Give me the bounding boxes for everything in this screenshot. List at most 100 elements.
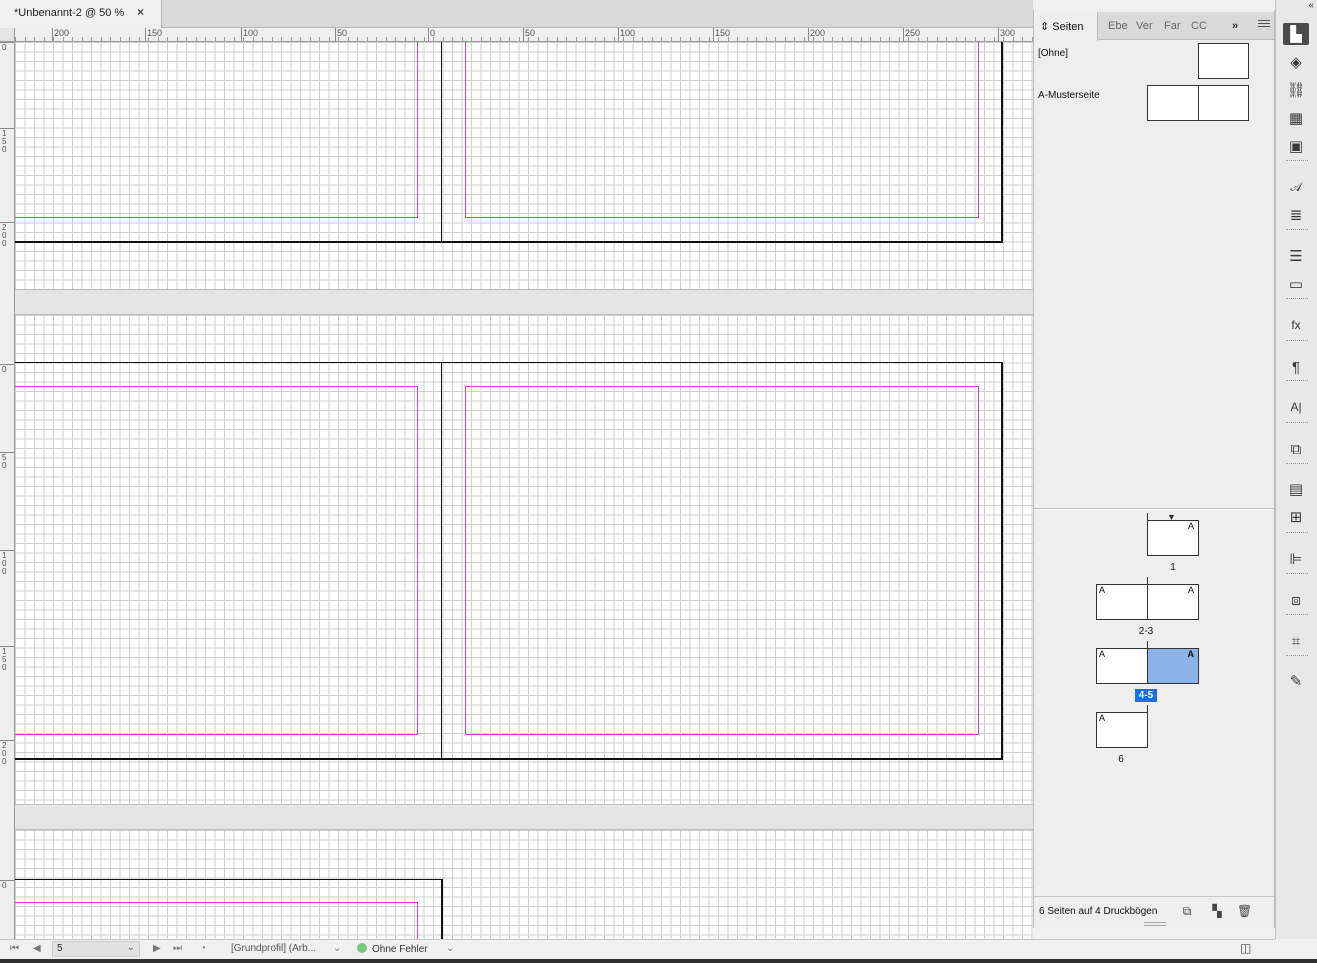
cc-libraries-icon[interactable]: ▣	[1283, 135, 1309, 157]
ruler-minor-tick	[214, 37, 216, 41]
spread-label-6[interactable]: 6	[1101, 754, 1141, 765]
ruler-minor-tick	[680, 37, 681, 41]
ruler-minor-tick	[328, 37, 330, 41]
new-page-icon[interactable]: ▚	[1210, 904, 1224, 918]
spread-area-middle[interactable]	[15, 315, 1033, 804]
ruler-minor-tick	[1003, 37, 1004, 41]
table-styles-icon[interactable]: ⊞	[1283, 506, 1309, 528]
ruler-minor-tick	[898, 37, 900, 41]
ruler-minor-tick	[822, 37, 824, 41]
page-thumbnail-6[interactable]: A	[1096, 712, 1148, 748]
panel-resize-grip[interactable]	[1144, 922, 1166, 926]
spread-gap	[15, 289, 1033, 315]
ruler-origin[interactable]	[0, 28, 15, 42]
ruler-minor-tick	[870, 37, 871, 41]
vertical-ruler[interactable]: 0 150 200 0 50 100 150 200 0	[0, 42, 15, 939]
effects-icon[interactable]: fx	[1283, 314, 1309, 336]
next-page-icon[interactable]: ▶	[153, 943, 161, 954]
gradient-icon[interactable]: ▭	[1283, 273, 1309, 295]
transform-icon[interactable]: ⧉	[1283, 438, 1309, 460]
page-edge	[1001, 42, 1003, 243]
ruler-minor-tick	[319, 37, 320, 41]
master-a-label[interactable]: A-Musterseite	[1038, 90, 1100, 101]
spread-label-4-5[interactable]: 4-5	[1135, 689, 1157, 702]
ruler-minor-tick	[547, 37, 548, 41]
ruler-minor-tick	[243, 37, 244, 41]
pages-tool-icon[interactable]: ▙	[1283, 23, 1309, 45]
page-size-icon[interactable]: ⧉	[1180, 904, 1194, 918]
ruler-minor-tick	[936, 37, 938, 41]
tab-overflow-icon[interactable]: »	[1232, 12, 1244, 40]
stroke-icon[interactable]: ☰	[1283, 245, 1309, 267]
ruler-minor-tick	[993, 37, 995, 41]
ruler-minor-tick	[404, 37, 406, 41]
margin-guide	[465, 734, 979, 735]
spread-label-2-3[interactable]: 2-3	[1126, 626, 1166, 637]
character-icon[interactable]: A|	[1283, 396, 1309, 418]
page-thumbnail-4[interactable]: A	[1096, 648, 1148, 684]
ruler-minor-tick	[366, 37, 368, 41]
previous-page-icon[interactable]: ◀	[33, 943, 41, 954]
preflight-profile[interactable]: [Grundprofil] (Arb...	[231, 943, 316, 954]
links-icon[interactable]: ⛓	[1283, 79, 1309, 101]
ruler-minor-tick	[737, 37, 738, 41]
panel-group-separator	[1286, 160, 1308, 162]
master-none-thumbnail[interactable]	[1198, 43, 1249, 79]
ruler-minor-tick	[1012, 37, 1014, 41]
spine	[1147, 641, 1148, 684]
ruler-minor-tick	[851, 37, 852, 41]
table-icon[interactable]: ▤	[1283, 478, 1309, 500]
ruler-label: 100	[2, 551, 7, 576]
spread-area-top[interactable]	[15, 42, 1033, 289]
tab-pages[interactable]: ⇕ Seiten	[1034, 12, 1098, 41]
preflight-status[interactable]: Ohne Fehler	[357, 943, 428, 955]
document-canvas[interactable]	[15, 42, 1033, 939]
close-icon[interactable]: ×	[137, 5, 144, 19]
split-view-icon[interactable]: ◫	[1240, 941, 1251, 955]
master-none-label[interactable]: [Ohne]	[1038, 48, 1068, 59]
swatches-icon[interactable]: ▦	[1283, 107, 1309, 129]
tab-links[interactable]: Ver	[1136, 12, 1156, 40]
spread-area-bottom[interactable]	[15, 830, 1033, 939]
page-edge	[15, 879, 442, 880]
page-thumbnail-5-selected[interactable]: A	[1147, 648, 1199, 684]
open-page-icon[interactable]: ◔	[200, 943, 206, 954]
paragraph-icon[interactable]: ¶	[1283, 356, 1309, 378]
page-edge	[15, 362, 1003, 363]
first-page-icon[interactable]: ⏮	[10, 943, 19, 954]
ruler-minor-tick	[385, 37, 387, 41]
page-edge	[441, 879, 443, 939]
page-thumbnail-1[interactable]: A	[1147, 520, 1199, 556]
document-tab[interactable]: *Unbenannt-2 @ 50 % ×	[0, 0, 162, 28]
ruler-minor-tick	[81, 37, 83, 41]
spread-label-1[interactable]: 1	[1153, 562, 1193, 573]
collapse-dock-icon[interactable]: «	[1308, 0, 1314, 11]
text-wrap-icon[interactable]: ⌗	[1283, 630, 1309, 652]
ruler-minor-tick	[414, 37, 415, 41]
ruler-minor-tick	[784, 37, 786, 41]
sort-icon: ⇕	[1040, 21, 1053, 33]
ruler-minor-tick	[15, 37, 16, 41]
tab-cc-libraries[interactable]: CC	[1191, 12, 1209, 40]
paragraph-align-icon[interactable]: ≣	[1283, 204, 1309, 226]
panel-split-handle[interactable]	[1034, 508, 1274, 510]
align-icon[interactable]: ⊫	[1283, 548, 1309, 570]
page-number-select[interactable]: 5 ⌄	[52, 941, 140, 957]
indesign-window: *Unbenannt-2 @ 50 % × 200 150 100 50 0 50 100 1…	[0, 0, 1317, 963]
ruler-minor-tick	[347, 37, 349, 41]
ruler-minor-tick	[775, 37, 776, 41]
ruler-minor-tick	[490, 37, 491, 41]
character-styles-icon[interactable]: 𝒜	[1283, 176, 1309, 198]
pathfinder-icon[interactable]: ⧈	[1283, 589, 1309, 611]
chevron-down-icon[interactable]: ⌄	[333, 943, 341, 954]
ruler-minor-tick	[300, 37, 301, 41]
horizontal-ruler[interactable]: 200 150 100 50 0 50 100 150 200 250 300	[15, 28, 1033, 42]
layers-icon[interactable]: ◈	[1283, 51, 1309, 73]
chevron-down-icon[interactable]: ⌄	[446, 943, 454, 954]
tab-layers[interactable]: Ebe	[1108, 12, 1130, 40]
edit-icon[interactable]: ✎	[1283, 670, 1309, 692]
trash-icon[interactable]: 🗑	[1237, 904, 1252, 918]
panel-menu-icon[interactable]	[1258, 20, 1270, 29]
last-page-icon[interactable]: ⏭	[173, 943, 182, 954]
tab-swatches[interactable]: Far	[1164, 12, 1182, 40]
